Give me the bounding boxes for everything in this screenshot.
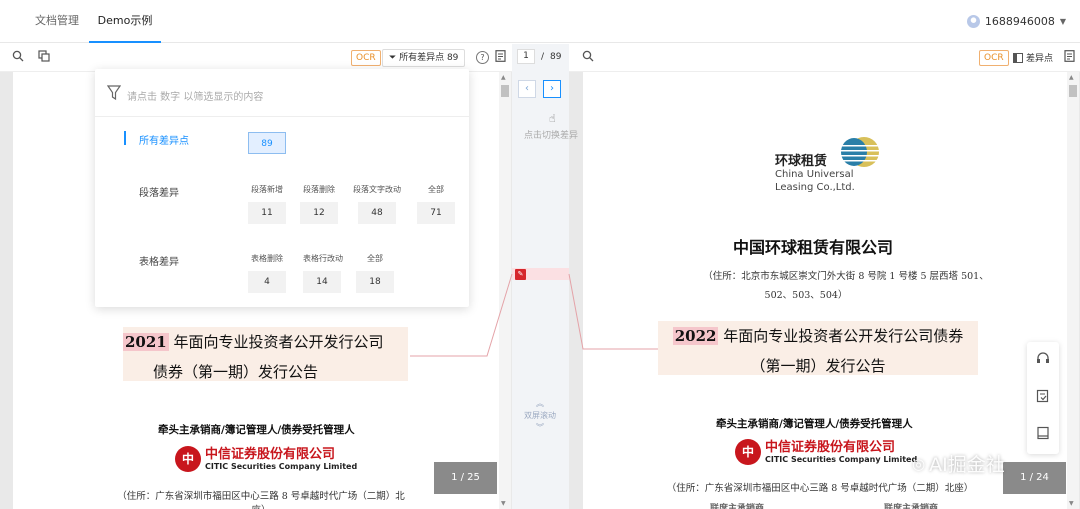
book-icon[interactable] — [1036, 426, 1050, 440]
left-doc-title: 2021 年面向专业投资者公开发行公司 债券（第一期）发行公告 — [123, 327, 408, 381]
all-diffs-label[interactable]: 所有差异点 — [139, 132, 189, 147]
watermark-text: AI掘金社 — [929, 454, 1005, 476]
right-company-name: 中国环球租赁有限公司 — [733, 238, 894, 257]
left-lead-underwriter: 牵头主承销商/簿记管理人/债券受托管理人 — [158, 424, 355, 436]
co-underwriter-left: 联席主承销商 — [710, 504, 765, 509]
watermark: ◎ AI掘金社 — [912, 450, 1005, 477]
side-toolbar — [1027, 342, 1059, 454]
citic-name-cn: 中信证券股份有限公司 — [205, 446, 336, 462]
right-page-indicator: 1 / 24 — [1003, 462, 1066, 494]
headset-icon[interactable] — [1036, 352, 1050, 366]
table-all-count[interactable]: 18 — [356, 271, 394, 293]
paragraph-text-changed-label: 段落文字改动 — [353, 185, 401, 194]
table-diffs-label: 表格差异 — [139, 257, 179, 268]
left-title-line2: 债券（第一期）发行公告 — [153, 363, 319, 381]
citic-name-en: CITIC Securities Company Limited — [205, 461, 358, 471]
logo-en-line1: China Universal — [775, 169, 854, 180]
right-year-highlight: 2022 — [672, 327, 719, 345]
citic-name-cn: 中信证券股份有限公司 — [765, 439, 896, 455]
right-doc-title: 2022 年面向专业投资者公开发行公司债券 （第一期）发行公告 — [658, 321, 978, 375]
left-citic-logo: 中 中信证券股份有限公司 CITIC Securities Company Li… — [175, 446, 357, 472]
co-underwriter-right: 联席主承销商 — [884, 504, 939, 509]
wechat-icon: ◎ — [912, 454, 926, 473]
popup-hint: 请点击 数字 以筛选显示的内容 — [127, 92, 264, 103]
paragraph-all-count[interactable]: 71 — [417, 202, 455, 224]
paragraph-diffs-label: 段落差异 — [139, 188, 179, 199]
left-title-line1: 年面向专业投资者公开发行公司 — [168, 333, 384, 351]
popup-header: 请点击 数字 以筛选显示的内容 — [95, 69, 469, 117]
citic-logo-icon: 中 — [175, 446, 201, 472]
citic-name-en: CITIC Securities Company Limited — [765, 454, 918, 464]
right-citic-address: （住所：广东省深圳市福田区中心三路 8 号卓越时代广场（二期）北座） — [666, 483, 974, 494]
table-all-label: 全部 — [367, 254, 383, 263]
right-company-address-2: 502、503、504） — [764, 290, 848, 301]
paragraph-added-count[interactable]: 11 — [248, 202, 286, 224]
filter-icon — [106, 85, 122, 105]
right-company-address-1: （住所：北京市东城区崇文门外大街 8 号院 1 号楼 5 层西塔 501、 — [703, 271, 989, 282]
right-title-line1: 年面向专业投资者公开发行公司债券 — [718, 327, 964, 345]
globe-logo-icon — [840, 137, 892, 167]
paragraph-deleted-label: 段落删除 — [303, 185, 335, 194]
all-diffs-count[interactable]: 89 — [248, 132, 286, 154]
paragraph-text-changed-count[interactable]: 48 — [358, 202, 396, 224]
table-row-changed-count[interactable]: 14 — [303, 271, 341, 293]
company-logo-text: 环球租赁 — [775, 154, 828, 169]
paragraph-all-label: 全部 — [428, 185, 444, 194]
filter-popup: 请点击 数字 以筛选显示的内容 所有差异点 89 段落差异 段落新增 段落删除 … — [95, 69, 469, 307]
table-deleted-label: 表格删除 — [251, 254, 283, 263]
left-page-indicator: 1 / 25 — [434, 462, 497, 494]
paragraph-deleted-count[interactable]: 12 — [300, 202, 338, 224]
active-indicator — [124, 131, 126, 145]
table-row-changed-label: 表格行改动 — [303, 254, 343, 263]
logo-en-line2: Leasing Co.,Ltd. — [775, 182, 855, 193]
paragraph-added-label: 段落新增 — [251, 185, 283, 194]
table-deleted-count[interactable]: 4 — [248, 271, 286, 293]
edit-note-icon[interactable] — [1036, 389, 1050, 403]
right-title-line2: （第一期）发行公告 — [750, 357, 886, 375]
company-logo-en: China Universal Leasing Co.,Ltd. — [775, 168, 855, 194]
left-citic-address: （住所：广东省深圳市福田区中心三路 8 号卓越时代广场（二期）北座） — [117, 491, 405, 509]
right-lead-underwriter: 牵头主承销商/簿记管理人/债券受托管理人 — [716, 418, 913, 430]
citic-logo-icon: 中 — [735, 439, 761, 465]
right-citic-logo: 中 中信证券股份有限公司 CITIC Securities Company Li… — [735, 439, 917, 465]
left-year-highlight: 2021 — [123, 333, 169, 351]
